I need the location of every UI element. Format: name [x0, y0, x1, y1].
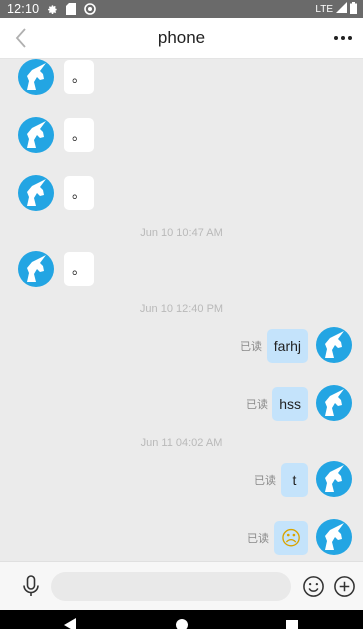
signal-icon	[336, 2, 347, 16]
microphone-icon	[23, 575, 39, 596]
my-avatar[interactable]	[316, 519, 352, 555]
contact-avatar[interactable]	[18, 59, 54, 95]
system-navigation-bar	[0, 610, 363, 629]
unicorn-logo-icon	[325, 465, 344, 492]
emoji-button[interactable]	[302, 575, 325, 598]
message-bubble-outgoing[interactable]: hss	[272, 387, 308, 421]
nav-back-button[interactable]	[64, 618, 78, 629]
sd-card-icon	[66, 3, 77, 15]
my-avatar[interactable]	[316, 461, 352, 497]
contact-avatar[interactable]	[18, 251, 54, 287]
read-receipt: 已读	[240, 341, 262, 353]
my-avatar[interactable]	[316, 327, 352, 363]
nav-recents-button[interactable]	[286, 620, 298, 629]
message-input[interactable]	[51, 572, 291, 601]
my-avatar[interactable]	[316, 385, 352, 421]
message-timestamp: Jun 10 10:47 AM	[140, 227, 223, 239]
chat-screen: 12:10 LTE phone 。 。 。 Jun 10 10:47 AM 。 …	[0, 0, 363, 629]
triangle-back-icon	[64, 618, 76, 629]
chevron-left-icon	[15, 28, 26, 48]
message-bubble-incoming[interactable]: 。	[64, 60, 94, 94]
message-bubble-incoming[interactable]: 。	[64, 118, 94, 152]
message-bubble-outgoing[interactable]: ☹	[274, 521, 308, 555]
unicorn-logo-icon	[325, 523, 344, 550]
status-bar: 12:10 LTE	[0, 0, 363, 18]
unicorn-logo-icon	[27, 63, 46, 90]
read-receipt: 已读	[246, 399, 268, 411]
more-options-button[interactable]	[333, 28, 353, 48]
voice-button[interactable]	[19, 574, 43, 598]
nav-home-button[interactable]	[176, 619, 188, 629]
contact-avatar[interactable]	[18, 117, 54, 153]
contact-avatar[interactable]	[18, 175, 54, 211]
settings-gear-icon	[47, 4, 58, 15]
unicorn-logo-icon	[27, 255, 46, 282]
add-attachment-button[interactable]	[333, 575, 356, 598]
page-title: phone	[157, 28, 206, 47]
chat-header: phone	[0, 18, 363, 59]
battery-icon	[350, 1, 357, 17]
message-bubble-outgoing[interactable]: farhj	[266, 329, 308, 363]
unicorn-logo-icon	[325, 331, 344, 358]
read-receipt: 已读	[247, 533, 269, 545]
status-time: 12:10	[7, 2, 40, 16]
sad-face-emoji-icon: ☹	[280, 527, 302, 550]
message-bubble-incoming[interactable]: 。	[64, 252, 94, 286]
message-input-bar	[0, 561, 363, 611]
sync-circle-icon	[84, 3, 97, 15]
unicorn-logo-icon	[27, 121, 46, 148]
status-right: LTE	[315, 0, 357, 18]
back-button[interactable]	[10, 26, 34, 50]
plus-circle-icon	[334, 576, 355, 597]
unicorn-logo-icon	[325, 389, 344, 416]
network-label: LTE	[315, 3, 333, 15]
unicorn-logo-icon	[27, 179, 46, 206]
smiley-face-icon	[303, 576, 324, 597]
read-receipt: 已读	[254, 475, 276, 487]
message-bubble-incoming[interactable]: 。	[64, 176, 94, 210]
message-timestamp: Jun 11 04:02 AM	[140, 437, 223, 449]
more-dots-icon	[334, 36, 352, 40]
message-bubble-outgoing[interactable]: t	[281, 463, 308, 497]
message-timestamp: Jun 10 12:40 PM	[139, 303, 224, 315]
message-list[interactable]: 。 。 。 Jun 10 10:47 AM 。 Jun 10 12:40 PM …	[0, 59, 363, 561]
